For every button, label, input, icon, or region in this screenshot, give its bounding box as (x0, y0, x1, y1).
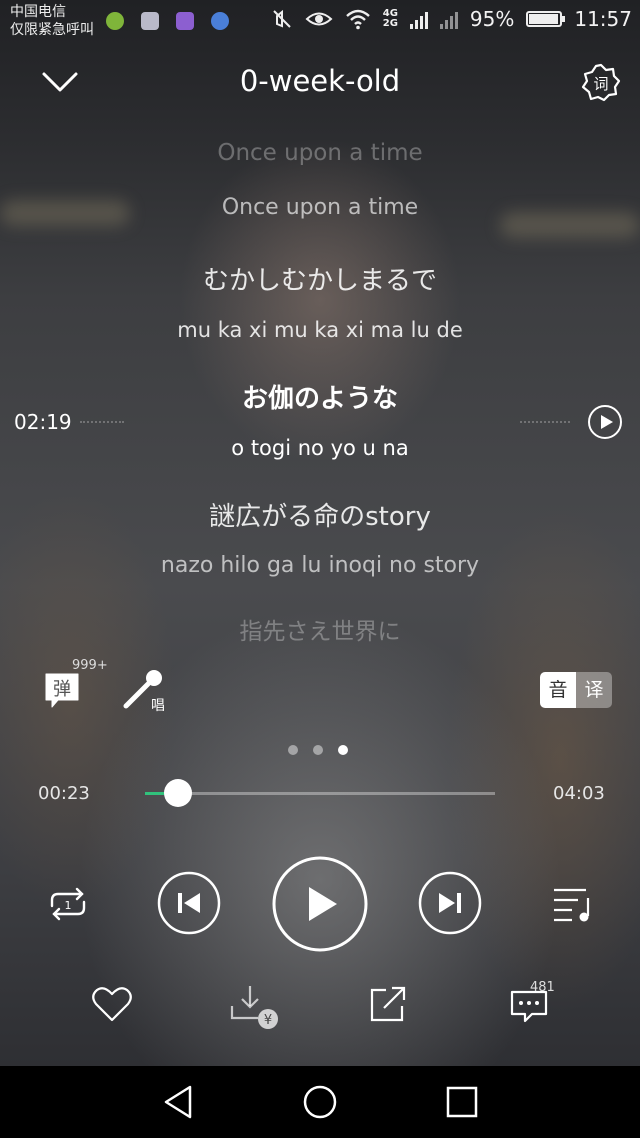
current-time: 00:23 (38, 783, 90, 804)
page-dot (338, 745, 348, 755)
carrier-name: 中国电信 (10, 4, 66, 20)
svg-text:词: 词 (593, 75, 608, 93)
song-title: 0-week-old (239, 64, 401, 98)
lyric-line: Once upon a time (221, 195, 419, 220)
carrier-info: 中国电信 仅限紧急呼叫 (10, 3, 94, 39)
share-icon[interactable] (368, 984, 410, 1024)
signal-no-sim-icon (439, 9, 458, 29)
comment-count-badge: 481 (530, 980, 555, 995)
lyric-line: 謎広がる命のstory (209, 502, 431, 532)
sing-button[interactable]: 唱 (120, 666, 170, 714)
lyric-line: nazo hilo ga lu inoqi no story (160, 553, 480, 578)
total-time: 04:03 (553, 783, 605, 804)
signal-icon (409, 9, 428, 29)
lyric-line: o togi no yo u na (231, 436, 409, 460)
home-circle-icon[interactable] (302, 1084, 338, 1120)
lyric-line: むかしむかしまるで (202, 266, 437, 296)
toggle-phonetic[interactable]: 音 (540, 672, 576, 708)
lyric-line: Once upon a time (217, 140, 423, 166)
previous-track-icon[interactable] (157, 871, 221, 935)
seek-line-right (520, 421, 570, 425)
svg-text:唱: 唱 (151, 698, 165, 714)
microphone-icon: 唱 (123, 670, 165, 714)
play-from-line-icon[interactable] (587, 404, 623, 440)
battery-icon (526, 11, 566, 27)
svg-text:1: 1 (65, 899, 72, 912)
app-notification-icon (106, 11, 124, 30)
danmu-count-badge: 999+ (72, 658, 108, 673)
toggle-translation[interactable]: 译 (576, 672, 612, 708)
lyric-line: お伽のような (241, 384, 398, 414)
play-icon[interactable] (271, 855, 369, 953)
danmu-button[interactable]: 弹 (42, 670, 82, 710)
seek-line-left (80, 421, 124, 425)
lyric-line: 指先さえ世界に (239, 619, 401, 645)
heart-icon[interactable] (90, 984, 134, 1024)
gallery-notification-icon (141, 11, 160, 30)
page-dot (313, 745, 323, 755)
network-type: 4G 2G (383, 9, 398, 29)
danmu-icon: 弹 (45, 673, 79, 708)
recents-square-icon[interactable] (445, 1085, 479, 1119)
lyric-line: mu ka xi mu ka xi ma lu de (177, 318, 463, 342)
game-notification-icon (211, 11, 230, 30)
progress-bar[interactable] (145, 779, 495, 807)
status-right: 4G 2G 95% 11:57 (271, 7, 632, 31)
battery-percent: 95% (469, 7, 515, 31)
clock: 11:57 (574, 7, 632, 31)
lyric-seek-time: 02:19 (14, 410, 72, 434)
carrier-emergency-note: 仅限紧急呼叫 (10, 22, 94, 38)
chevron-down-icon[interactable] (40, 62, 80, 102)
notification-icons (106, 10, 241, 30)
next-track-icon[interactable] (418, 871, 482, 935)
lyric-mode-toggle[interactable]: 音 译 (540, 672, 612, 708)
lyrics-settings-icon: 词 (581, 63, 621, 102)
playlist-icon[interactable] (550, 882, 596, 924)
page-dot (288, 745, 298, 755)
eye-comfort-icon (305, 12, 333, 26)
download-icon[interactable]: ¥ (228, 982, 282, 1032)
svg-text:弹: 弹 (53, 679, 71, 700)
status-bar: 中国电信 仅限紧急呼叫 4G 2G 95% 11:57 (0, 0, 640, 44)
back-triangle-icon[interactable] (162, 1084, 196, 1120)
page-indicator (288, 745, 348, 755)
repeat-one-icon[interactable]: 1 (44, 882, 92, 926)
vibrate-mute-icon (273, 9, 291, 28)
network-type-bottom: 2G (382, 18, 398, 29)
wifi-icon (345, 9, 370, 30)
photo-notification-icon (176, 11, 195, 30)
lyrics-settings-button[interactable]: 词 (580, 62, 622, 104)
svg-text:¥: ¥ (264, 1013, 272, 1028)
system-nav-bar (0, 1066, 640, 1138)
